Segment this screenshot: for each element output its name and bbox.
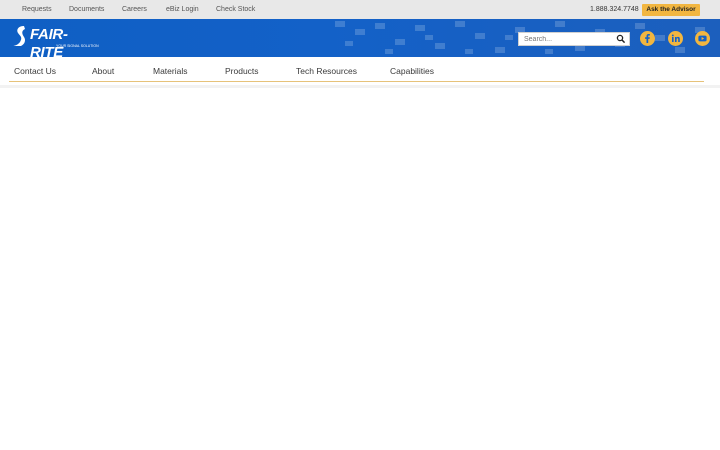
search-icon[interactable] <box>616 34 626 44</box>
site-header: FAIR-RITE YOUR SIGNAL SOLUTION <box>0 19 720 57</box>
facebook-icon[interactable] <box>640 31 655 46</box>
ask-the-advisor-button[interactable]: Ask the Advisor <box>642 4 700 16</box>
nav-materials[interactable]: Materials <box>153 66 187 76</box>
phone-number[interactable]: 1.888.324.7748 <box>590 4 639 16</box>
nav-capabilities[interactable]: Capabilities <box>390 66 434 76</box>
nav-tech-resources[interactable]: Tech Resources <box>296 66 357 76</box>
main-content <box>0 88 720 450</box>
nav-about[interactable]: About <box>92 66 114 76</box>
search-input[interactable] <box>519 33 615 45</box>
fair-rite-logo[interactable]: FAIR-RITE YOUR SIGNAL SOLUTION <box>12 25 99 57</box>
linkedin-icon[interactable] <box>668 31 683 46</box>
utility-bar: Requests Documents Careers eBiz Login Ch… <box>0 0 720 19</box>
nav-contact-us[interactable]: Contact Us <box>14 66 56 76</box>
requests-link[interactable]: Requests <box>22 4 52 16</box>
nav-divider <box>9 81 704 82</box>
nav-products[interactable]: Products <box>225 66 259 76</box>
careers-link[interactable]: Careers <box>122 4 147 16</box>
ebiz-login-link[interactable]: eBiz Login <box>166 4 199 16</box>
check-stock-link[interactable]: Check Stock <box>216 4 255 16</box>
logo-wordmark: FAIR-RITE <box>30 26 68 57</box>
youtube-icon[interactable] <box>695 31 710 46</box>
documents-link[interactable]: Documents <box>69 4 104 16</box>
logo-mark-icon <box>13 26 25 46</box>
search-box <box>518 32 630 46</box>
logo-tagline: YOUR SIGNAL SOLUTION <box>56 44 99 48</box>
